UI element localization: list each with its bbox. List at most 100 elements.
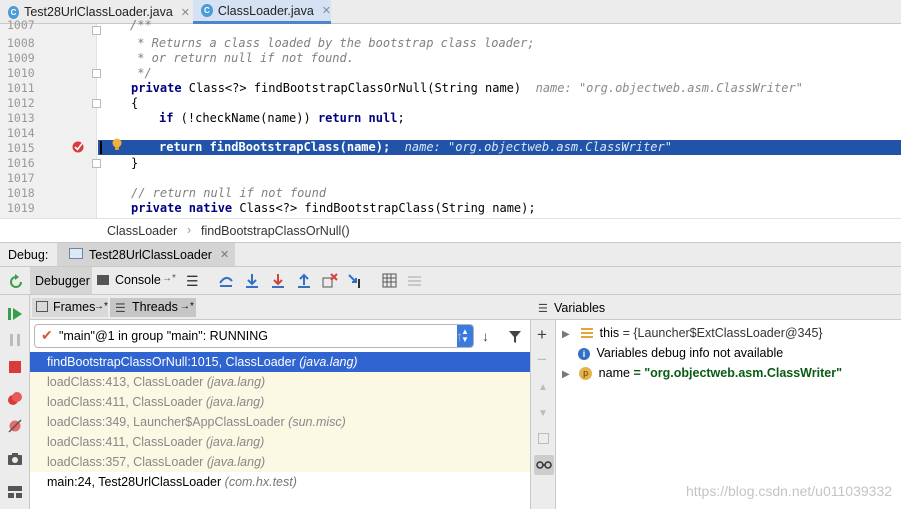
mute-breakpoints-icon[interactable] <box>7 418 23 434</box>
debug-label: Debug: <box>8 248 49 262</box>
expand-arrow-icon[interactable]: ▶ <box>562 369 570 380</box>
variables-title: Variables <box>554 301 606 315</box>
expand-arrow-icon[interactable]: ▶ <box>562 329 570 340</box>
code-line: // return null if not found <box>131 186 327 200</box>
pause-icon[interactable] <box>8 333 22 347</box>
tab-classloader[interactable]: C ClassLoader.java ✕ <box>193 0 331 24</box>
evaluate-expression-icon[interactable] <box>382 273 398 289</box>
force-step-into-icon[interactable] <box>270 273 286 289</box>
close-icon[interactable]: ✕ <box>322 4 331 17</box>
variable-row[interactable]: ▶ p name = "org.objectweb.asm.ClassWrite… <box>562 363 842 383</box>
frame-item[interactable]: loadClass:413, ClassLoader (java.lang) <box>30 372 530 392</box>
trace-icon <box>408 276 421 286</box>
keyword: private native <box>131 201 233 215</box>
frame-item[interactable]: loadClass:411, ClassLoader (java.lang) <box>30 432 530 452</box>
variable-row[interactable]: ▶ this = {Launcher$ExtClassLoader@345} <box>562 323 823 343</box>
frame-item[interactable]: loadClass:411, ClassLoader (java.lang) <box>30 392 530 412</box>
add-watch-icon[interactable]: + <box>537 326 547 343</box>
line-number: 1009 <box>7 51 35 65</box>
line-number: 1013 <box>7 111 35 125</box>
show-watches-button[interactable] <box>534 455 554 475</box>
breadcrumb: ClassLoader › findBootstrapClassOrNull() <box>0 218 901 242</box>
variable-row: i Variables debug info not available <box>578 343 783 363</box>
step-over-icon[interactable] <box>218 273 234 289</box>
frame-item[interactable]: loadClass:349, Launcher$AppClassLoader (… <box>30 412 530 432</box>
frame-method: loadClass:349, Launcher$AppClassLoader <box>47 415 285 429</box>
line-number: 1015 <box>7 141 35 155</box>
line-number: 1007 <box>7 18 35 32</box>
breadcrumb-class[interactable]: ClassLoader <box>107 224 177 238</box>
move-down-icon[interactable]: ▼ <box>538 407 548 421</box>
tab-frames-label: Frames <box>53 300 96 314</box>
arrow-down-icon[interactable]: ↓ <box>482 329 489 343</box>
drop-frame-icon[interactable] <box>322 273 338 289</box>
line-number: 1016 <box>7 156 35 170</box>
code-line: * Returns a class loaded by the bootstra… <box>130 36 535 50</box>
debug-config-tab[interactable]: Test28UrlClassLoader ✕ <box>57 243 235 266</box>
debugger-toolbar: Debugger Console →* ☰ <box>0 267 901 295</box>
arrow-up-icon[interactable]: ↑ <box>456 329 463 343</box>
current-execution-line: return findBootstrapClass(name); name: "… <box>98 137 901 155</box>
code-text: findBootstrapClass(name); <box>202 140 391 154</box>
copy-icon[interactable] <box>538 433 549 444</box>
intention-bulb-icon[interactable] <box>110 137 124 151</box>
frame-item[interactable]: loadClass:357, ClassLoader (java.lang) <box>30 452 530 472</box>
line-number: 1017 <box>7 171 35 185</box>
line-number: 1019 <box>7 201 35 215</box>
editor-gutter: 1007 1008 1009 1010 1011 1012 1013 1014 … <box>0 18 97 218</box>
code-text: Class<?> findBootstrapClassOrNull(String… <box>181 81 522 95</box>
thread-selector[interactable]: ✔ "main"@1 in group "main": RUNNING ▲ ▼ <box>34 324 474 348</box>
view-breakpoints-icon[interactable] <box>7 392 23 406</box>
check-icon: ✔ <box>41 327 53 343</box>
remove-watch-icon[interactable]: − <box>537 351 547 368</box>
debug-config-label: Test28UrlClassLoader <box>89 248 212 262</box>
run-to-cursor-icon[interactable] <box>348 273 364 289</box>
variable-name: name <box>598 366 630 380</box>
tab-threads[interactable]: ☰ Threads →* <box>110 298 196 317</box>
java-class-icon: C <box>8 5 20 19</box>
stop-icon[interactable] <box>8 360 22 374</box>
inline-debug-value: name: "org.objectweb.asm.ClassWriter" <box>535 81 803 95</box>
variables-header: ☰ Variables <box>530 295 901 320</box>
tab-console[interactable]: Console <box>115 273 161 287</box>
breakpoint-icon[interactable] <box>71 140 85 154</box>
watermark: https://blog.csdn.net/u011039332 <box>685 483 892 499</box>
breadcrumb-method[interactable]: findBootstrapClassOrNull() <box>201 224 350 238</box>
java-class-icon: C <box>201 4 213 17</box>
move-up-icon[interactable]: ▲ <box>538 381 548 395</box>
frame-method: main:24, Test28UrlClassLoader <box>47 475 222 489</box>
fold-marker-icon[interactable] <box>92 99 101 108</box>
tab-debugger[interactable]: Debugger <box>30 267 92 294</box>
frame-method: loadClass:411, ClassLoader <box>47 435 203 449</box>
layout-icon[interactable] <box>7 485 23 499</box>
tab-frames[interactable]: Frames →* <box>32 298 108 317</box>
frame-package: (java.lang) <box>205 395 265 409</box>
code-line: return findBootstrapClass(name); name: "… <box>159 140 672 154</box>
frame-package: (java.lang) <box>205 435 265 449</box>
frame-method: loadClass:411, ClassLoader <box>47 395 203 409</box>
console-icon <box>97 275 109 285</box>
thread-selector-value: "main"@1 in group "main": RUNNING <box>59 329 268 343</box>
variable-name: this <box>599 326 620 340</box>
fold-marker-icon[interactable] <box>92 159 101 168</box>
menu-icon[interactable]: ☰ <box>186 274 199 288</box>
tab-arrow: →* <box>180 301 194 312</box>
close-icon[interactable]: ✕ <box>220 248 229 261</box>
fold-marker-icon[interactable] <box>92 26 101 35</box>
rerun-icon[interactable] <box>8 274 24 290</box>
close-icon[interactable]: ✕ <box>181 6 190 19</box>
camera-icon[interactable] <box>7 452 23 466</box>
filter-icon[interactable] <box>508 330 522 344</box>
run-config-icon <box>69 248 83 259</box>
step-out-icon[interactable] <box>296 273 312 289</box>
step-into-icon[interactable] <box>244 273 260 289</box>
tab-threads-label: Threads <box>132 300 178 314</box>
frame-method: loadClass:357, ClassLoader <box>47 455 204 469</box>
frame-item-selected[interactable]: findBootstrapClassOrNull:1015, ClassLoad… <box>30 352 530 372</box>
frame-item[interactable]: main:24, Test28UrlClassLoader (com.hx.te… <box>30 472 530 492</box>
resume-icon[interactable] <box>8 307 22 321</box>
frames-icon <box>36 301 48 312</box>
fold-marker-icon[interactable] <box>92 69 101 78</box>
line-number: 1012 <box>7 96 35 110</box>
frame-method: findBootstrapClassOrNull:1015, ClassLoad… <box>47 355 296 369</box>
